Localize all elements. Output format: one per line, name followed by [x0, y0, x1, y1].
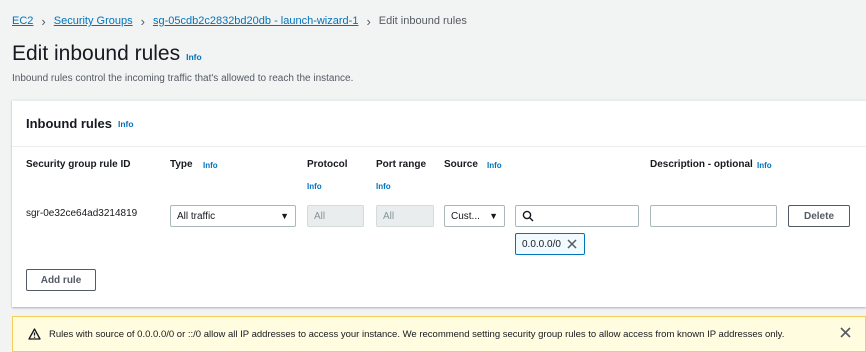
protocol-field: All — [307, 205, 364, 227]
warning-alert: Rules with source of 0.0.0.0/0 or ::/0 a… — [12, 316, 866, 352]
page-title-text: Edit inbound rules — [12, 42, 181, 65]
page-title: Edit inbound rules Info — [12, 42, 202, 66]
close-icon[interactable] — [840, 327, 851, 338]
breadcrumb-ec2-link[interactable]: EC2 — [12, 15, 33, 27]
chevron-right-icon: › — [140, 13, 145, 29]
column-header-rule-id: Security group rule ID — [26, 159, 131, 170]
column-header-description: Description - optional — [650, 159, 753, 170]
chevron-right-icon: › — [366, 13, 371, 29]
type-info-link[interactable]: Info — [203, 161, 218, 170]
inbound-rules-panel: Inbound rules Info Security group rule I… — [12, 100, 866, 307]
search-icon — [522, 210, 534, 222]
column-header-type: Type — [170, 159, 193, 170]
breadcrumb-security-groups-link[interactable]: Security Groups — [54, 15, 133, 27]
source-search-input[interactable] — [515, 205, 639, 227]
type-select-value: All traffic — [177, 210, 216, 222]
source-token: 0.0.0.0/0 — [515, 233, 585, 255]
chevron-right-icon: › — [41, 13, 46, 29]
breadcrumb-current: Edit inbound rules — [378, 15, 467, 27]
source-info-link[interactable]: Info — [487, 161, 502, 170]
breadcrumb-security-group-link[interactable]: sg-05cdb2c2832bd20db - launch-wizard-1 — [153, 15, 358, 27]
delete-rule-button[interactable]: Delete — [788, 205, 850, 227]
type-select[interactable]: All traffic ▼ — [170, 205, 296, 227]
description-info-link[interactable]: Info — [757, 161, 772, 170]
column-header-protocol: Protocol — [307, 159, 348, 170]
protocol-info-link[interactable]: Info — [307, 182, 322, 191]
caret-down-icon: ▼ — [280, 211, 289, 221]
source-type-select[interactable]: Cust... ▼ — [444, 205, 505, 227]
panel-header: Inbound rules Info — [12, 101, 866, 147]
panel-title: Inbound rules — [26, 116, 112, 131]
column-header-source: Source — [444, 159, 478, 170]
breadcrumb: EC2 › Security Groups › sg-05cdb2c2832bd… — [12, 13, 467, 29]
port-range-field: All — [376, 205, 434, 227]
page-description: Inbound rules control the incoming traff… — [12, 73, 354, 84]
caret-down-icon: ▼ — [489, 211, 498, 221]
panel-info-link[interactable]: Info — [118, 119, 134, 129]
source-type-value: Cust... — [451, 210, 480, 222]
add-rule-button[interactable]: Add rule — [26, 269, 96, 291]
protocol-value: All — [314, 210, 326, 222]
alert-message: Rules with source of 0.0.0.0/0 or ::/0 a… — [49, 328, 785, 340]
port-range-info-link[interactable]: Info — [376, 182, 391, 191]
close-icon[interactable] — [567, 239, 577, 249]
source-token-label: 0.0.0.0/0 — [522, 238, 561, 250]
rule-id: sgr-0e32ce64ad3214819 — [26, 208, 138, 219]
column-header-port-range: Port range — [376, 159, 427, 170]
port-range-value: All — [383, 210, 395, 222]
page-info-link[interactable]: Info — [186, 52, 202, 62]
warning-icon — [28, 328, 41, 340]
description-input[interactable] — [650, 205, 777, 227]
